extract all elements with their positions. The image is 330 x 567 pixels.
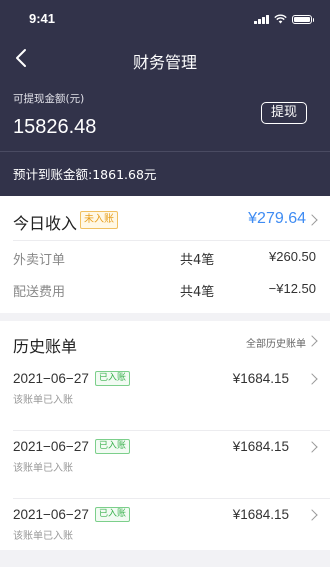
bill-date: 2021−06−27 [13,439,89,454]
divider [13,240,330,241]
income-row-value: ¥260.50 [269,249,316,264]
bill-date: 2021−06−27 [13,507,89,522]
bill-status: 该账单已入账 [13,531,73,542]
bill-status: 该账单已入账 [13,463,73,474]
income-row-value: −¥12.50 [268,281,316,296]
bill-date: 2021−06−27 [13,371,89,386]
bill-item[interactable]: 2021−06−27 已入账 ¥1684.15 该账单已入账 [0,431,330,499]
bill-item[interactable]: 2021−06−27 已入账 ¥1684.15 该账单已入账 [0,499,330,567]
bill-amount: ¥1684.15 [232,439,289,454]
bill-item[interactable]: 2021−06−27 已入账 ¥1684.15 该账单已入账 [0,363,330,431]
battery-icon [292,15,314,24]
status-time: 9:41 [29,11,56,26]
history-title: 历史账单 [13,337,78,356]
status-icons [254,12,314,24]
page-title: 财务管理 [132,53,197,72]
today-income-title: 今日收入 [13,214,78,233]
chevron-right-icon[interactable] [306,509,318,521]
unsettled-badge: 未入账 [80,211,118,229]
settled-badge: 已入账 [95,507,131,522]
chevron-right-icon[interactable] [306,335,318,347]
income-row-label: 外卖订单 [13,253,66,268]
bill-amount: ¥1684.15 [232,371,289,386]
chevron-right-icon[interactable] [306,441,318,453]
withdraw-button[interactable]: 提现 [261,102,307,124]
settled-badge: 已入账 [95,439,131,454]
wifi-icon [274,14,287,24]
income-row-count: 共4笔 [180,285,215,300]
balance-amount: 15826.48 [13,116,97,138]
signal-icon [254,14,269,24]
balance-label: 可提现金额(元) [13,93,85,105]
bill-status: 该账单已入账 [13,395,73,406]
bill-amount: ¥1684.15 [232,507,289,522]
income-row-label: 配送费用 [13,285,66,300]
chevron-right-icon[interactable] [306,214,318,226]
income-row-count: 共4笔 [180,253,215,268]
all-history-link[interactable]: 全部历史账单 [246,335,306,350]
settled-badge: 已入账 [95,371,131,386]
chevron-right-icon[interactable] [306,373,318,385]
expected-amount: 预计到账金额:1861.68元 [13,167,157,182]
divider [0,151,330,152]
history-bills-card: 历史账单 全部历史账单 2021−06−27 已入账 ¥1684.15 该账单已… [0,321,330,550]
today-income-amount[interactable]: ¥279.64 [248,210,306,228]
today-income-card: 今日收入 未入账 ¥279.64 外卖订单 共4笔 ¥260.50 配送费用 共… [0,196,330,313]
header: 9:41 财务管理 可提现金额(元) 15826.48 提现 预计到账金额:18… [0,0,330,196]
